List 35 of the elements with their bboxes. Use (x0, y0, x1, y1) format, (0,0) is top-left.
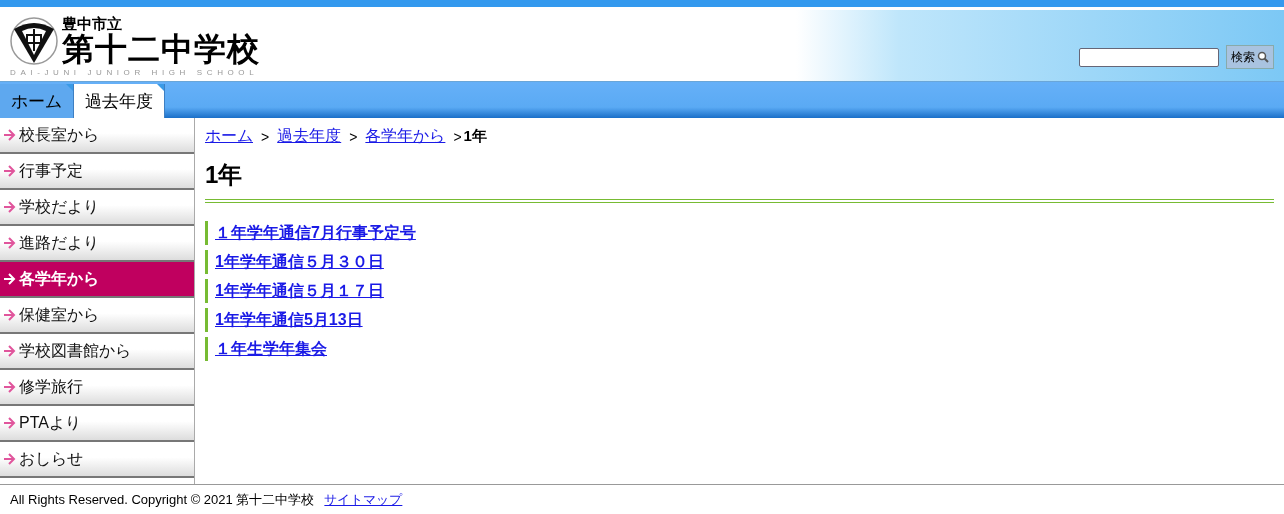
school-emblem-icon (10, 17, 58, 65)
nav-tab[interactable]: 過去年度 (74, 84, 165, 118)
search-button[interactable]: 検索 (1226, 45, 1274, 69)
breadcrumb-separator: > (261, 128, 270, 145)
breadcrumb-separator: > (349, 128, 358, 145)
breadcrumb-link[interactable]: ホーム (205, 126, 253, 147)
page-heading: 1年 (205, 159, 1274, 203)
search-icon (1257, 51, 1269, 63)
arrow-icon (3, 237, 16, 249)
arrow-icon (3, 273, 16, 285)
copyright-text: All Rights Reserved. Copyright © 2021 第十二中学校 (10, 490, 315, 509)
document-link[interactable]: 1年学年通信５月１７日 (215, 280, 384, 302)
nav-tab[interactable]: ホーム (0, 84, 74, 118)
arrow-icon (3, 165, 16, 177)
arrow-icon (3, 381, 16, 393)
arrow-icon (3, 417, 16, 429)
sitemap-link[interactable]: サイトマップ (324, 490, 403, 509)
search-field[interactable] (1079, 47, 1219, 67)
city-name: 豊中市立 (62, 16, 123, 32)
document-link[interactable]: 1年学年通信5月13日 (215, 309, 363, 331)
school-english-name: DAI-JUNI JUNIOR HIGH SCHOOL (10, 68, 260, 77)
arrow-icon (3, 129, 16, 141)
arrow-icon (3, 201, 16, 213)
document-link[interactable]: １年生学年集会 (215, 338, 327, 360)
document-link[interactable]: 1年学年通信５月３０日 (215, 251, 384, 273)
sidebar-item[interactable]: 各学年から (0, 262, 194, 298)
document-link[interactable]: １年学年通信7月行事予定号 (215, 222, 416, 244)
arrow-icon (3, 453, 16, 465)
arrow-icon (3, 345, 16, 357)
breadcrumb-link[interactable]: 各学年から (365, 126, 446, 147)
breadcrumb-current: 1年 (463, 127, 487, 146)
arrow-icon (3, 309, 16, 321)
breadcrumb-separator: > (453, 128, 462, 145)
school-name: 第十二中学校 (62, 32, 260, 66)
breadcrumb-link[interactable]: 過去年度 (277, 126, 342, 147)
